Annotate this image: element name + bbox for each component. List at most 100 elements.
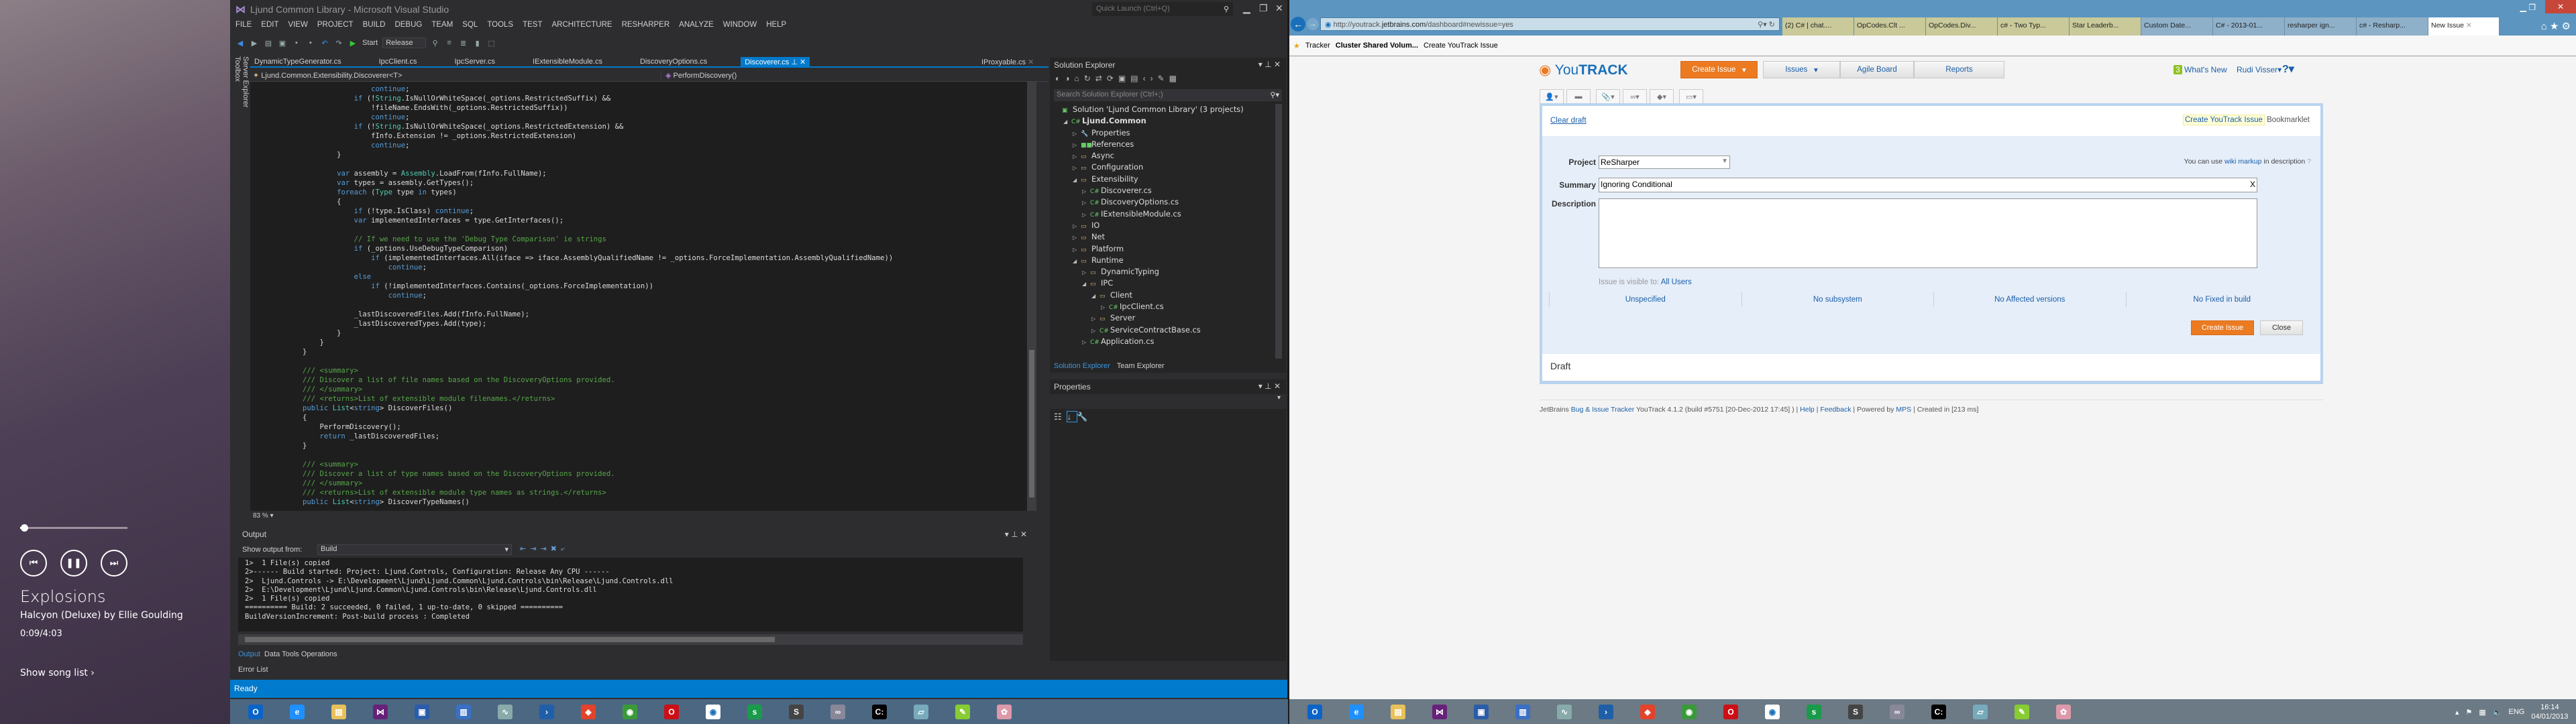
collapsed-arrow-icon[interactable]: ▷: [1073, 221, 1081, 232]
attach-icon[interactable]: ⬚: [487, 38, 496, 48]
favorite-2[interactable]: Create YouTrack Issue: [1424, 42, 1498, 50]
object-dropdown[interactable]: ▾: [1050, 394, 1286, 409]
doc-tab-dynamictypegenerator-cs[interactable]: DynamicTypeGenerator.cs: [250, 57, 345, 66]
browser-tab[interactable]: resharper ign...: [2285, 17, 2357, 36]
close-form-button[interactable]: Close: [2260, 320, 2303, 335]
menu-resharper[interactable]: RESHARPER: [622, 21, 670, 29]
start-icon[interactable]: ▶: [348, 38, 358, 48]
menu-edit[interactable]: EDIT: [261, 21, 278, 29]
help-menu[interactable]: ?▾: [2282, 62, 2294, 76]
link-icon[interactable]: ∞▾: [1623, 89, 1647, 104]
expanded-arrow-icon[interactable]: ◢: [1082, 278, 1090, 290]
taskbar-notepad-plus-plus[interactable]: ✎: [944, 701, 981, 723]
taskbar-file-explorer[interactable]: ▤: [1379, 701, 1417, 723]
favorites-star-icon[interactable]: ★: [1293, 42, 1300, 50]
clear-draft-link[interactable]: Clear draft: [1550, 117, 1587, 125]
save-all-icon[interactable]: ▪: [306, 38, 315, 48]
collapsed-arrow-icon[interactable]: ▷: [1073, 139, 1081, 151]
back-button[interactable]: ←: [1291, 17, 1305, 32]
tree-item[interactable]: ▷ 🔧 Properties: [1054, 127, 1275, 139]
favorite-1[interactable]: Cluster Shared Volum...: [1336, 42, 1418, 50]
output-horizontal-scrollbar[interactable]: [238, 634, 1023, 645]
taskbar-visual-studio[interactable]: ⋈: [1421, 701, 1458, 723]
quick-launch-input[interactable]: Quick Launch (Ctrl+Q) ⚲: [1092, 2, 1233, 16]
tree-item[interactable]: ▷ ▭ Configuration: [1054, 162, 1275, 173]
browser-tab[interactable]: Custom Date...: [2141, 17, 2213, 36]
taskbar-connections[interactable]: ∞: [819, 701, 857, 723]
configuration-dropdown[interactable]: Release: [382, 38, 426, 48]
browser-tab[interactable]: OpCodes.Clt ...: [1854, 17, 1926, 36]
search-solution-explorer-input[interactable]: Search Solution Explorer (Ctrl+;) ⚲▾: [1054, 89, 1282, 101]
tree-item[interactable]: ▷ ▭ Async: [1054, 150, 1275, 162]
menu-test[interactable]: TEST: [523, 21, 542, 29]
redo-icon[interactable]: ↷: [334, 38, 343, 48]
tree-item[interactable]: ◢ ▭ Client: [1054, 290, 1275, 301]
tab-data-tools-operations[interactable]: Data Tools Operations: [264, 650, 337, 658]
show-output-from-dropdown[interactable]: Build ▾: [317, 544, 512, 555]
tab-error-list[interactable]: Error List: [238, 666, 268, 674]
volume-icon[interactable]: 🔈: [2493, 708, 2502, 717]
comment-icon[interactable]: ▬: [1566, 89, 1591, 104]
toolbox-tab[interactable]: Toolbox: [233, 56, 241, 208]
taskbar-notepad-plus-plus[interactable]: ✎: [2003, 701, 2041, 723]
editor-vertical-scrollbar[interactable]: [1027, 82, 1036, 511]
assignee-icon[interactable]: 👤▾: [1540, 89, 1564, 104]
tree-item[interactable]: ▣ Solution 'Ljund Common Library' (3 proj…: [1054, 104, 1275, 115]
scrollbar-thumb[interactable]: [245, 637, 775, 642]
menu-sql[interactable]: SQL: [462, 21, 478, 29]
home-favorites-settings-icons[interactable]: ⌂ ★ ⚙: [2541, 20, 2571, 32]
taskbar-opera[interactable]: O: [653, 701, 690, 723]
taskbar-youtrack[interactable]: ◉: [1754, 701, 1791, 723]
minimize-button[interactable]: ▁: [1243, 3, 1250, 14]
collapsed-arrow-icon[interactable]: ▷: [1082, 186, 1090, 197]
back-icon[interactable]: ◀: [235, 38, 245, 48]
footer-help-link[interactable]: Help: [1800, 406, 1815, 414]
collapsed-arrow-icon[interactable]: ▷: [1073, 128, 1081, 139]
help-icon[interactable]: ?: [2307, 158, 2311, 166]
favorite-0[interactable]: Tracker: [1305, 42, 1330, 50]
browser-tab-active[interactable]: New Issue ✕: [2428, 17, 2500, 36]
taskbar-file-explorer[interactable]: ▤: [320, 701, 358, 723]
taskbar-powershell[interactable]: ›: [1587, 701, 1625, 723]
pause-button[interactable]: ❚❚: [60, 550, 87, 577]
type-dropdown[interactable]: ✦ Ljund.Common.Extensibility.Discoverer<…: [253, 71, 402, 80]
taskbar-connections[interactable]: ∞: [1878, 701, 1916, 723]
code-text[interactable]: continue; if (!String.IsNullOrWhiteSpace…: [268, 84, 893, 507]
agile-board-button[interactable]: Agile Board: [1840, 61, 1914, 78]
song-progress-handle[interactable]: [20, 524, 28, 532]
alphabetical-icon[interactable]: ↓: [1066, 411, 1078, 422]
code-editor[interactable]: continue; if (!String.IsNullOrWhiteSpace…: [250, 82, 1036, 511]
create-issue-button[interactable]: Create Issue: [2191, 320, 2254, 335]
address-bar[interactable]: ◉ http://youtrack.jetbrains.com/dashboar…: [1320, 17, 1780, 31]
taskbar-opera[interactable]: O: [1712, 701, 1750, 723]
menu-file[interactable]: FILE: [235, 21, 252, 29]
flag-icon[interactable]: ⚑: [2466, 708, 2473, 717]
taskbar-internet-explorer[interactable]: e: [1338, 701, 1375, 723]
taskbar-sage[interactable]: s: [1795, 701, 1833, 723]
taskbar-remote-desktop[interactable]: ▣: [403, 701, 441, 723]
taskbar-paint[interactable]: ✿: [985, 701, 1023, 723]
language-indicator[interactable]: ENG: [2509, 708, 2525, 716]
tree-item[interactable]: ◢ C# Ljund.Common: [1054, 115, 1275, 127]
taskbar-notepad[interactable]: ▱: [902, 701, 940, 723]
whats-new-link[interactable]: 3 What's New: [2174, 65, 2227, 74]
server-explorer-tab[interactable]: Server Explorer: [241, 56, 250, 208]
clear-summary-icon[interactable]: X: [2250, 180, 2255, 189]
collapsed-arrow-icon[interactable]: ▷: [1082, 209, 1090, 221]
collapsed-arrow-icon[interactable]: ▷: [1073, 162, 1081, 174]
wiki-markup-link[interactable]: wiki markup: [2224, 158, 2261, 166]
tree-scrollbar[interactable]: [1275, 104, 1282, 359]
taskbar-outlook[interactable]: O: [237, 701, 274, 723]
create-issue-nav-button[interactable]: Create Issue ▾: [1680, 61, 1758, 78]
footer-feedback-link[interactable]: Feedback: [1820, 406, 1851, 414]
menu-team[interactable]: TEAM: [431, 21, 453, 29]
collapsed-arrow-icon[interactable]: ▷: [1073, 151, 1081, 162]
categorized-icon[interactable]: ☷: [1054, 412, 1067, 422]
doc-tab-iextensiblemodule-cs[interactable]: IExtensibleModule.cs: [529, 57, 606, 66]
search-refresh-icon[interactable]: ⚲▾ ↻: [1758, 20, 1775, 29]
taskbar-sublime-text[interactable]: S: [777, 701, 815, 723]
menu-help[interactable]: HELP: [766, 21, 786, 29]
tree-item[interactable]: ▷ C# IpcClient.cs: [1054, 301, 1275, 312]
attachment-icon[interactable]: 📎▾: [1596, 89, 1620, 104]
network-icon[interactable]: ▦: [2479, 708, 2485, 717]
